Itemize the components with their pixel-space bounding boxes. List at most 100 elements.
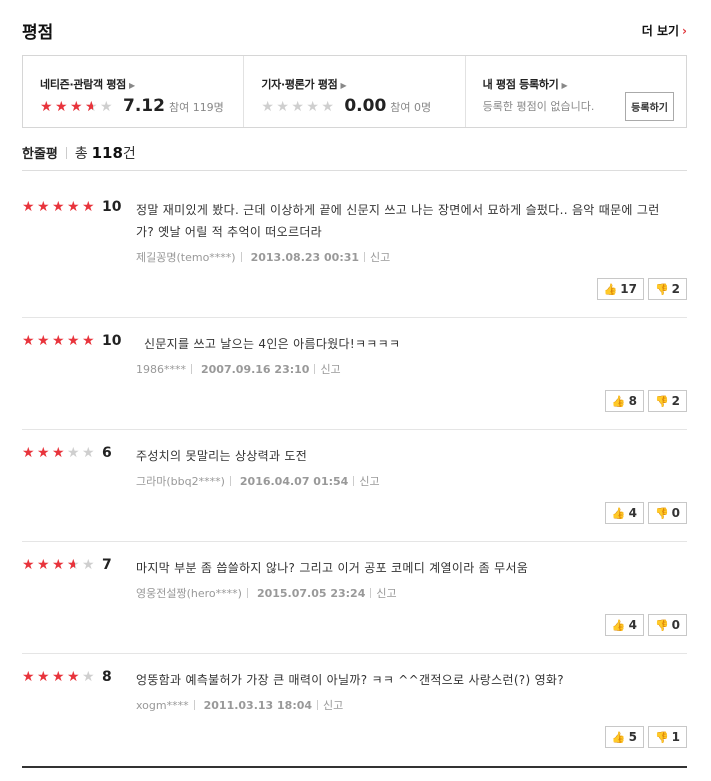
like-button[interactable]: 👍 8 [604, 390, 644, 412]
review-text: 신문지를 쓰고 날으는 4인은 아름다웠다!ㅋㅋㅋㅋ [144, 337, 401, 351]
review-meta: xogm**** 2011.03.13 18:04 신고 [136, 697, 343, 713]
review-author[interactable]: 제길꽁명(temo****) [136, 251, 236, 264]
review-score: 7 [102, 557, 112, 573]
bottom-divider [22, 766, 687, 768]
review-score: 10 [102, 199, 122, 215]
star-icon: ★ [306, 99, 319, 115]
review-meta: 1986**** 2007.09.16 23:10 신고 [136, 361, 341, 377]
thumbs-down-icon: 👎 [654, 618, 669, 632]
dislike-button[interactable]: 👎 2 [647, 278, 687, 300]
review-item: ★ ★ ★ ★ ★ 10 신문지를 쓰고 날으는 4인은 아름다웠다!ㅋㅋㅋㅋ 1986… [22, 333, 687, 430]
star-icon: ★ [37, 333, 50, 349]
star-icon: ★ [52, 669, 65, 685]
dislike-count: 0 [671, 618, 680, 632]
dislike-button[interactable]: 👎 2 [647, 390, 687, 412]
review-stars: ★ ★ ★ ★ ★ [22, 557, 97, 573]
thumbs-down-icon: 👎 [654, 506, 669, 520]
dislike-count: 0 [671, 506, 680, 520]
netizen-rating-label[interactable]: 네티즌·관람객 평점 [40, 78, 126, 91]
triangle-right-icon: ▶ [561, 81, 568, 90]
total-prefix: 총 [74, 146, 88, 162]
review-date: 2007.09.16 23:10 [201, 363, 310, 376]
review-author[interactable]: 그라마(bbq2****) [136, 475, 225, 488]
star-icon: ★ [82, 199, 95, 215]
star-icon: ★ [22, 199, 35, 215]
review-item: ★ ★ ★ ★ ★ 8 엉뚱함과 예측불허가 가장 큰 매력이 아닐까? ㅋㅋ ^^갠적… [22, 669, 687, 766]
star-icon: ★ [67, 669, 80, 685]
critic-score: 0.00 [344, 96, 387, 116]
star-icon: ★ [52, 445, 65, 461]
dislike-count: 2 [671, 282, 680, 296]
report-link[interactable]: 신고 [376, 587, 396, 600]
review-date: 2015.07.05 23:24 [256, 587, 366, 600]
review-stars: ★ ★ ★ ★ ★ [22, 669, 97, 685]
review-author[interactable]: 1986**** [136, 363, 186, 376]
thumbs-up-icon: 👍 [611, 506, 626, 520]
thumbs-down-icon: 👎 [654, 282, 669, 296]
netizen-stars: ★ ★ ★ ★ ★ [40, 99, 115, 115]
vote-buttons: 👍 17 👎 2 [596, 278, 687, 300]
netizen-rating-link[interactable]: 네티즌·관람객 평점 ▶ [40, 76, 243, 92]
like-count: 5 [628, 730, 637, 744]
my-rating-link[interactable]: 내 평점 등록하기 ▶ [483, 76, 686, 92]
report-link[interactable]: 신고 [323, 699, 343, 712]
critic-rating-label[interactable]: 기자·평론가 평점 [261, 78, 337, 91]
star-icon: ★ [37, 557, 50, 573]
star-icon: ★ [321, 99, 334, 115]
rating-summary: 네티즌·관람객 평점▶ ★★★★★ 7.12 참여 119명 기자·평론가 평점… [22, 55, 687, 128]
dislike-button[interactable]: 👎 1 [647, 726, 687, 748]
my-rating-label[interactable]: 내 평점 등록하기 [483, 78, 559, 91]
more-link[interactable]: 더 보기 › [642, 22, 687, 39]
star-icon: ★ [67, 445, 80, 461]
star-icon: ★ [37, 445, 50, 461]
star-icon: ★ [22, 333, 35, 349]
triangle-right-icon: ▶ [340, 81, 347, 90]
vote-buttons: 👍 4 👎 0 [604, 614, 687, 636]
netizen-rating: 네티즌·관람객 평점▶ ★★★★★ 7.12 참여 119명 [23, 56, 243, 127]
star-icon: ★ [67, 333, 80, 349]
dislike-button[interactable]: 👎 0 [647, 614, 687, 636]
like-button[interactable]: 👍 5 [604, 726, 644, 748]
thumbs-down-icon: 👎 [654, 394, 669, 408]
section-title: 평점 [22, 23, 54, 43]
like-count: 17 [620, 282, 637, 296]
review-text: 정말 재미있게 봤다. 근데 이상하게 끝에 신문지 쓰고 나는 장면에서 묘하… [136, 203, 660, 239]
rating-header: 평점 더 보기 › [22, 18, 687, 44]
thumbs-up-icon: 👍 [603, 282, 618, 296]
report-link[interactable]: 신고 [359, 475, 379, 488]
star-icon: ★ [52, 333, 65, 349]
review-date: 2016.04.07 01:54 [239, 475, 349, 488]
like-button[interactable]: 👍 4 [604, 614, 644, 636]
review-stars: ★ ★ ★ ★ ★ [22, 199, 97, 215]
critic-rating-link[interactable]: 기자·평론가 평점 ▶ [261, 76, 464, 92]
divider [65, 147, 67, 159]
netizen-score: 7.12 [123, 96, 165, 116]
report-link[interactable]: 신고 [370, 251, 390, 264]
star-icon: ★ [276, 99, 289, 115]
like-button[interactable]: 👍 4 [604, 502, 644, 524]
review-author[interactable]: 영웅전설짱(hero****) [136, 587, 242, 600]
more-link-label[interactable]: 더 보기 [642, 24, 679, 38]
chevron-right-icon: › [682, 24, 687, 38]
report-link[interactable]: 신고 [320, 363, 340, 376]
vote-buttons: 👍 4 👎 0 [604, 502, 687, 524]
review-date: 2013.08.23 00:31 [250, 251, 360, 264]
register-rating-button[interactable]: 등록하기 [625, 92, 674, 121]
vote-buttons: 👍 8 👎 2 [604, 390, 687, 412]
review-stars: ★ ★ ★ ★ ★ [22, 333, 97, 349]
review-score: 6 [102, 445, 112, 461]
dislike-button[interactable]: 👎 0 [647, 502, 687, 524]
total-suffix: 건 [122, 146, 136, 162]
like-button[interactable]: 👍 17 [596, 278, 644, 300]
review-text: 마지막 부분 좀 씁쓸하지 않나? 그리고 이거 공포 코메디 계열이라 좀 무… [136, 561, 529, 575]
star-icon: ★ [22, 669, 35, 685]
total-count: 118 [91, 144, 123, 162]
review-author[interactable]: xogm**** [136, 699, 189, 712]
dislike-count: 2 [671, 394, 680, 408]
star-icon: ★ [291, 99, 304, 115]
my-rating: 내 평점 등록하기 ▶ 등록한 평점이 없습니다. 등록하기 [464, 56, 686, 127]
review-stars: ★ ★ ★ ★ ★ [22, 445, 97, 461]
star-icon: ★ [37, 199, 50, 215]
star-icon: ★ [70, 99, 83, 115]
star-icon: ★ [67, 199, 80, 215]
